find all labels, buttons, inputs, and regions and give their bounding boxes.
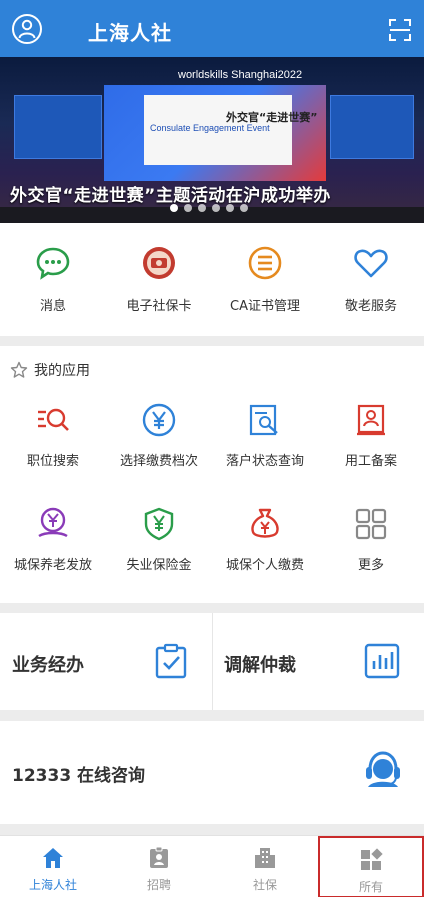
checklist-icon[interactable] xyxy=(154,643,188,683)
banner-screen-center xyxy=(104,85,326,181)
quick-item-label: 消息 xyxy=(39,299,66,314)
pension-icon xyxy=(35,506,71,542)
quick-item-label: CA证书管理 xyxy=(230,299,300,314)
mediation-arbitration-label[interactable]: 调解仲裁 xyxy=(224,651,296,677)
app-item-label: 用工备案 xyxy=(344,454,397,469)
carousel-dot[interactable] xyxy=(184,204,192,212)
yen-circle-icon xyxy=(141,402,177,438)
star-outline-icon xyxy=(10,361,28,378)
headset-icon[interactable] xyxy=(362,747,404,795)
quick-item-elderly-service[interactable]: 敬老服务 xyxy=(318,245,424,314)
app-item-label: 失业保险金 xyxy=(126,558,192,573)
social-card-icon xyxy=(141,245,177,281)
banner-screen-left xyxy=(14,95,102,159)
carousel-dot[interactable] xyxy=(170,204,178,212)
quick-item-ca-certificate[interactable]: CA证书管理 xyxy=(212,245,318,314)
banner-screen-right xyxy=(330,95,414,159)
carousel-dot[interactable] xyxy=(198,204,206,212)
all-apps-icon xyxy=(359,848,383,872)
tab-label: 招聘 xyxy=(146,878,171,892)
quick-item-label: 电子社保卡 xyxy=(126,299,192,314)
app-item-job-search[interactable]: 职位搜索 xyxy=(0,402,106,469)
app-item-payment-level[interactable]: 选择缴费档次 xyxy=(106,402,212,469)
app-title: 上海人社 xyxy=(88,21,172,45)
app-item-employment-record[interactable]: 用工备案 xyxy=(318,402,424,469)
app-item-personal-payment[interactable]: 城保个人缴费 xyxy=(212,506,318,573)
carousel-dot[interactable] xyxy=(212,204,220,212)
app-item-settlement-query[interactable]: 落户状态查询 xyxy=(212,402,318,469)
tab-label: 所有 xyxy=(358,880,383,894)
tab-recruitment[interactable]: 招聘 xyxy=(106,836,212,897)
tab-home[interactable]: 上海人社 xyxy=(0,836,106,897)
message-icon xyxy=(35,245,71,281)
bottom-tab-bar: 上海人社 招聘 社保 所有 xyxy=(0,835,424,897)
app-item-label: 职位搜索 xyxy=(26,454,79,469)
my-apps-header: 我的应用 xyxy=(10,360,90,380)
app-item-label: 落户状态查询 xyxy=(225,454,304,469)
my-apps-title: 我的应用 xyxy=(34,363,90,379)
scan-icon[interactable] xyxy=(388,18,412,42)
online-consult-panel[interactable]: 12333 在线咨询 xyxy=(0,721,424,824)
top-header: 上海人社 xyxy=(0,0,424,57)
news-banner[interactable]: worldskills Shanghai2022 外交官“走进世赛” Consu… xyxy=(0,57,424,223)
job-search-icon xyxy=(35,402,71,438)
app-item-pension-payout[interactable]: 城保养老发放 xyxy=(0,506,106,573)
tab-label: 上海人社 xyxy=(28,878,77,892)
app-item-label: 城保个人缴费 xyxy=(225,558,304,573)
certificate-icon xyxy=(247,245,283,281)
my-apps-panel: 我的应用 职位搜索 选择缴费档次 落户状态查询 用工备案 城保养老发放 失业保险… xyxy=(0,346,424,603)
badge-icon xyxy=(147,846,171,870)
bar-chart-icon[interactable] xyxy=(364,643,400,683)
banner-headline[interactable]: 外交官“走进世赛”主题活动在沪成功举办 xyxy=(10,181,331,206)
app-item-unemployment-insurance[interactable]: 失业保险金 xyxy=(106,506,212,573)
tab-label: 社保 xyxy=(252,878,277,892)
tab-all[interactable]: 所有 xyxy=(318,836,424,897)
business-panel: 业务经办 调解仲裁 xyxy=(0,613,424,710)
app-item-label: 城保养老发放 xyxy=(13,558,92,573)
heart-icon xyxy=(353,245,389,281)
carousel-dot[interactable] xyxy=(240,204,248,212)
business-handling-label[interactable]: 业务经办 xyxy=(12,651,84,677)
quick-item-social-card[interactable]: 电子社保卡 xyxy=(106,245,212,314)
shield-yen-icon xyxy=(141,506,177,542)
carousel-indicator xyxy=(170,204,248,212)
home-icon xyxy=(41,846,65,870)
quick-item-label: 敬老服务 xyxy=(344,299,397,314)
quick-item-message[interactable]: 消息 xyxy=(0,245,106,314)
grid-icon xyxy=(353,506,389,542)
user-circle-icon[interactable] xyxy=(12,14,42,44)
tab-social-security[interactable]: 社保 xyxy=(212,836,318,897)
banner-screen-subtitle: Consulate Engagement Event xyxy=(150,123,270,133)
app-item-label: 选择缴费档次 xyxy=(119,454,198,469)
banner-event-logo-text: worldskills Shanghai2022 xyxy=(178,69,303,81)
money-bag-icon xyxy=(247,506,283,542)
building-icon xyxy=(253,846,277,870)
app-item-label: 更多 xyxy=(357,558,384,573)
quick-services: 消息 电子社保卡 CA证书管理 敬老服务 xyxy=(0,223,424,336)
business-divider xyxy=(212,613,213,710)
carousel-dot[interactable] xyxy=(226,204,234,212)
online-consult-label: 12333 在线咨询 xyxy=(12,766,146,786)
app-item-more[interactable]: 更多 xyxy=(318,506,424,573)
employee-file-icon xyxy=(353,402,389,438)
document-search-icon xyxy=(247,402,283,438)
